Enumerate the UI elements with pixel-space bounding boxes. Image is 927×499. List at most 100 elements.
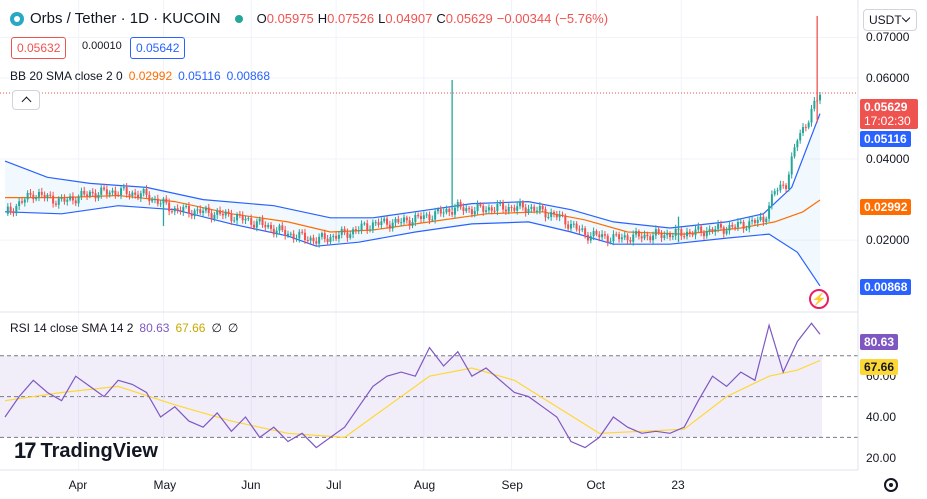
candle-body — [759, 216, 762, 220]
candle-body — [63, 198, 66, 202]
candle-body — [700, 226, 703, 233]
candle-body — [612, 234, 615, 242]
candle-body — [91, 191, 94, 194]
candle-body — [241, 215, 244, 221]
candle-body — [768, 205, 771, 219]
price-tick-label: 0.06000 — [866, 70, 910, 85]
rsi-value-tag: 80.63 — [860, 334, 899, 350]
ohlc-low-label: L — [378, 11, 386, 26]
tradingview-logo[interactable]: 17 TradingView — [14, 438, 158, 464]
candle-body — [267, 224, 270, 228]
candle-body — [125, 187, 128, 195]
candle-body — [663, 235, 666, 238]
candle-body — [490, 207, 493, 211]
candle-body — [233, 220, 236, 222]
candle-body — [643, 234, 646, 239]
candle-body — [156, 198, 159, 204]
buy-price-button[interactable]: 0.05642 — [130, 37, 186, 59]
candle-body — [142, 189, 145, 194]
candle-body — [581, 228, 584, 230]
candle-body — [326, 238, 329, 242]
candle-body — [669, 233, 672, 238]
candle-body — [346, 232, 349, 238]
candle-body — [202, 210, 205, 213]
candle-body — [459, 202, 462, 208]
candle-body — [595, 231, 598, 235]
bollinger-legend[interactable]: BB 20 SMA close 2 0 0.02992 0.05116 0.00… — [10, 69, 270, 83]
candle-body — [541, 206, 544, 210]
rsi-legend[interactable]: RSI 14 close SMA 14 2 80.63 67.66 ∅ ∅ — [10, 321, 238, 335]
rsi-extra-value-1: ∅ — [211, 321, 222, 335]
time-tick-label: Jul — [326, 478, 342, 492]
candle-body — [221, 213, 224, 216]
tradingview-logo-icon: 17 — [14, 438, 37, 463]
candle-body — [312, 237, 315, 242]
candle-body — [37, 191, 40, 198]
candle-body — [400, 222, 403, 224]
candle-body — [519, 201, 522, 207]
candle-body — [819, 94, 821, 101]
candle-body — [442, 212, 445, 214]
candle-body — [35, 197, 38, 200]
candle-body — [524, 207, 527, 213]
rsi-sma-tag: 67.66 — [860, 359, 899, 375]
candle-body — [584, 228, 587, 235]
candle-body — [660, 232, 663, 238]
candle-body — [253, 224, 256, 228]
candle-body — [66, 199, 69, 202]
bollinger-upper-line — [4, 113, 821, 229]
bollinger-fill-layer — [5, 113, 820, 286]
candle-body — [20, 201, 23, 203]
collapse-legend-button[interactable] — [12, 90, 40, 110]
candle-body — [578, 229, 581, 231]
candle-body — [128, 194, 131, 196]
candle-body — [615, 234, 618, 236]
candle-body — [244, 218, 247, 221]
candle-body — [425, 214, 428, 216]
candle-body — [722, 227, 725, 234]
market-status-dot-icon — [234, 14, 243, 23]
candle-body — [337, 234, 340, 239]
candle-body — [216, 210, 219, 215]
candle-body — [592, 231, 595, 237]
bollinger-upper-value: 0.05116 — [178, 69, 221, 83]
candle-body — [785, 185, 788, 190]
lightning-alert-icon[interactable]: ⚡ — [809, 289, 829, 309]
gear-icon[interactable] — [884, 478, 898, 492]
candle-body — [176, 208, 179, 211]
candle-body — [547, 216, 550, 218]
price-tick-label: 0.04000 — [866, 152, 910, 167]
candle-body — [793, 147, 796, 157]
candle-body — [170, 211, 173, 213]
candle-body — [182, 206, 185, 212]
candle-body — [83, 190, 86, 195]
candle-body — [652, 235, 655, 241]
candle-body — [431, 219, 434, 221]
candle-body — [230, 213, 233, 222]
candle-body — [572, 223, 575, 225]
candle-body — [813, 100, 816, 109]
candle-body — [646, 234, 649, 237]
currency-unit-select[interactable]: USDT — [863, 9, 917, 31]
candle-body — [753, 220, 756, 224]
candle-body — [569, 224, 572, 229]
candle-body — [748, 221, 751, 229]
candle-body — [111, 190, 114, 193]
tradingview-logo-text: TradingView — [40, 439, 158, 462]
time-tick-label: Apr — [68, 478, 88, 492]
candle-body — [680, 229, 683, 237]
price-tick-label: 0.02000 — [866, 233, 910, 248]
candle-body — [414, 214, 417, 223]
candle-body — [204, 207, 207, 211]
sell-price-button[interactable]: 0.05632 — [11, 37, 67, 59]
candle-body — [496, 204, 499, 212]
candle-body — [323, 233, 326, 239]
symbol-title[interactable]: Orbs / Tether · 1D · KUCOIN — [30, 10, 221, 27]
candle-body — [247, 218, 250, 220]
candle-body — [462, 207, 465, 212]
candle-body — [100, 187, 103, 195]
rsi-sma-value: 67.66 — [175, 321, 206, 335]
candle-body — [691, 233, 694, 236]
candle-body — [371, 222, 374, 230]
candle-body — [499, 202, 502, 205]
